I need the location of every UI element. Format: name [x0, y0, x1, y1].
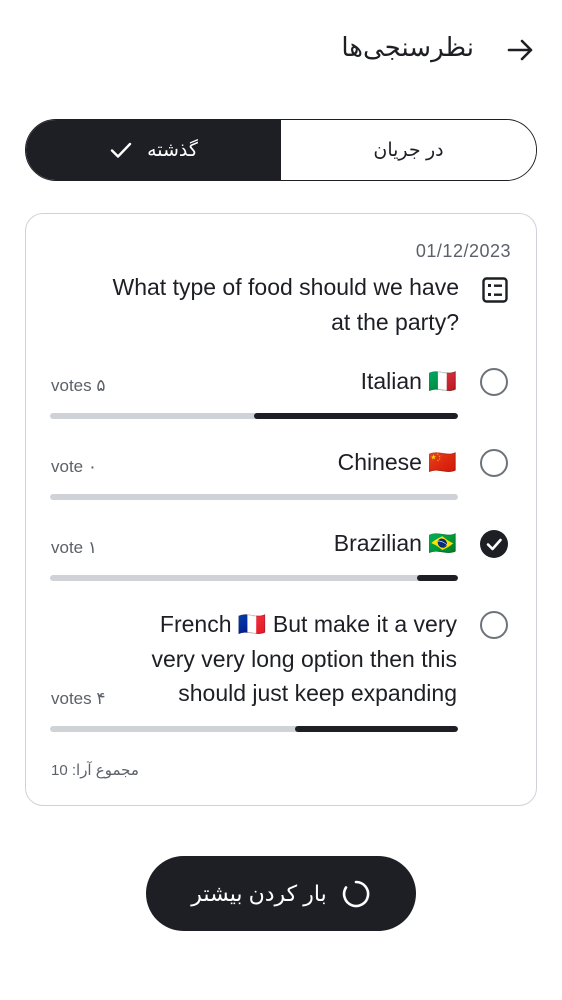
- vote-bar-fill: [294, 726, 458, 732]
- poll-question-line1: What type of food should we have: [112, 274, 460, 300]
- load-more-button[interactable]: بار کردن بیشتر: [146, 856, 416, 931]
- option-votes: vote ۰: [51, 457, 97, 476]
- poll-question-line2: ?at the party: [331, 309, 459, 335]
- load-more-label: بار کردن بیشتر: [191, 880, 327, 906]
- option-label: French 🇫🇷 But make it a very very very l…: [151, 607, 457, 711]
- back-button[interactable]: [504, 34, 536, 66]
- radio-button[interactable]: [480, 368, 508, 396]
- page-title: نظرسنجی‌ها: [341, 32, 474, 62]
- arrow-right-icon: [507, 39, 533, 61]
- option-label-line1: French 🇫🇷 But make it a very: [159, 611, 457, 637]
- option-label: Italian 🇮🇹: [360, 368, 457, 394]
- vote-bar-fill: [254, 413, 458, 419]
- header: نظرسنجی‌ها: [0, 28, 562, 72]
- poll-date: 01/12/2023: [415, 241, 511, 261]
- poll-icon: [482, 277, 508, 303]
- vote-bar: [50, 413, 458, 419]
- tab-past-label: گذشته: [147, 139, 198, 161]
- option-votes: votes ۵: [51, 376, 106, 395]
- check-icon: [110, 142, 132, 158]
- tab-past[interactable]: گذشته: [26, 120, 281, 180]
- option-label: Brazilian 🇧🇷: [333, 530, 457, 556]
- vote-bar: [50, 494, 458, 500]
- poll-tabs: گذشته در جریان: [25, 119, 537, 181]
- radio-button[interactable]: [480, 611, 508, 639]
- check-icon: [486, 538, 502, 551]
- option-label-line3: should just keep expanding: [178, 680, 457, 706]
- vote-bar: [50, 726, 458, 732]
- radio-button[interactable]: [480, 449, 508, 477]
- vote-bar-fill: [417, 575, 458, 581]
- spinner-icon: [342, 880, 370, 907]
- tab-ongoing[interactable]: در جریان: [281, 120, 536, 180]
- option-label: Chinese 🇨🇳: [337, 449, 457, 475]
- vote-bar: [50, 575, 458, 581]
- option-votes: vote ۱: [51, 538, 97, 557]
- poll-card: 01/12/2023 What type of food should we h…: [25, 213, 537, 806]
- total-votes: مجموع آرا: 10: [51, 762, 139, 779]
- option-label-line2: very very long option then this: [151, 645, 457, 672]
- option-votes: votes ۴: [51, 689, 106, 708]
- radio-button-selected[interactable]: [480, 530, 508, 558]
- tab-ongoing-label: در جریان: [373, 139, 444, 161]
- poll-question: What type of food should we have ?at the…: [59, 270, 460, 340]
